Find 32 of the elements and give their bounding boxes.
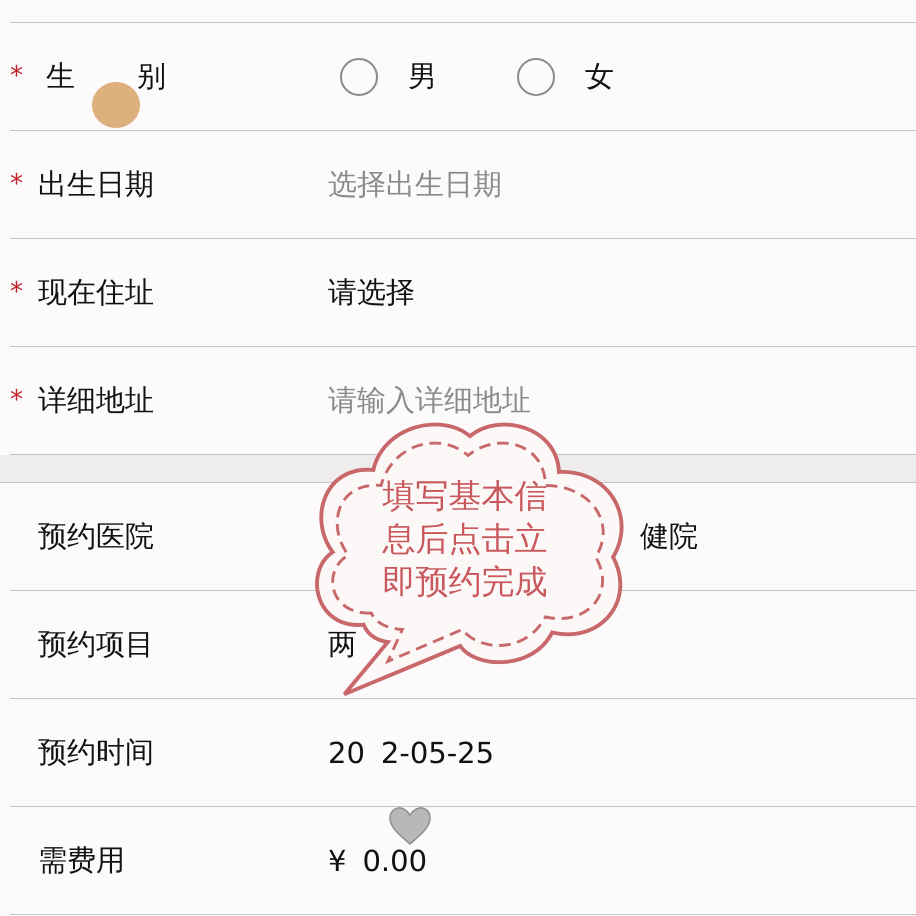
field-label: 生 — [46, 58, 75, 94]
field-value: 2-05-25 — [380, 736, 494, 770]
field-label: 预约时间 — [38, 734, 154, 770]
field-label: 现在住址 — [38, 274, 154, 310]
field-label: 预约医院 — [38, 518, 154, 554]
field-label: 出生日期 — [38, 166, 154, 202]
required-asterisk: * — [10, 277, 23, 307]
required-asterisk: * — [10, 169, 23, 199]
field-label: 详细地址 — [38, 382, 154, 418]
option-label: 男 — [408, 58, 437, 94]
required-asterisk: * — [10, 61, 23, 91]
sticker-dot — [92, 82, 140, 128]
field-value: 20 — [328, 736, 365, 770]
field-value: 0.00 — [362, 844, 428, 878]
field-label: 预约项目 — [38, 626, 154, 662]
field-value: 健院 — [640, 518, 698, 554]
sticker-text: 息后点击立 — [382, 518, 548, 560]
option-label: 女 — [585, 58, 614, 94]
radio-button[interactable] — [340, 58, 378, 96]
field-value: ¥ — [328, 844, 346, 878]
field-value: 请选择 — [328, 274, 415, 310]
field-value: 两 — [328, 626, 357, 662]
sticker-text: 即预约完成 — [382, 561, 548, 603]
field-label: 别 — [137, 58, 166, 94]
field-label: 需费用 — [38, 842, 125, 878]
radio-button[interactable] — [517, 58, 555, 96]
field-value: 请输入详细地址 — [328, 382, 531, 418]
radio-option[interactable]: 女 — [517, 56, 614, 96]
sticker-text: 填写基本信 — [382, 475, 548, 517]
required-asterisk: * — [10, 385, 23, 415]
radio-option[interactable]: 男 — [340, 56, 437, 96]
field-value: 选择出生日期 — [328, 166, 502, 202]
